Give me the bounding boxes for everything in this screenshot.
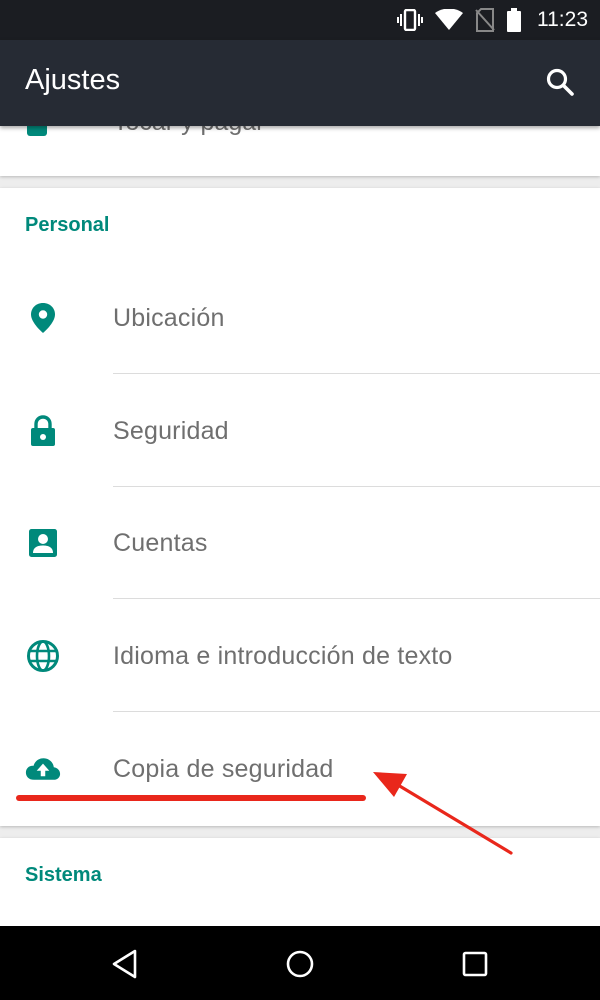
list-item-seguridad[interactable]: Seguridad: [0, 375, 600, 487]
list-item-idioma[interactable]: Idioma e introducción de texto: [0, 600, 600, 712]
back-button[interactable]: [105, 944, 145, 984]
battery-icon: [507, 8, 521, 32]
section-header-personal: Personal: [25, 214, 110, 236]
recents-icon: [462, 951, 488, 977]
status-bar: 11:23: [0, 0, 600, 40]
status-time: 11:23: [537, 8, 588, 31]
list-item-label: Copia de seguridad: [113, 754, 334, 783]
globe-icon: [25, 638, 61, 674]
wireless-card: Tocar y pagar: [0, 126, 600, 176]
recents-button[interactable]: [455, 944, 495, 984]
list-item-ubicacion[interactable]: Ubicación: [0, 262, 600, 374]
divider: [113, 711, 600, 712]
list-item-label: Cuentas: [113, 528, 208, 557]
back-icon: [112, 949, 137, 979]
home-button[interactable]: [280, 944, 320, 984]
list-item-tap-and-pay[interactable]: Tocar y pagar: [0, 126, 600, 152]
section-header-sistema: Sistema: [25, 864, 102, 886]
list-item-label: Ubicación: [113, 303, 225, 332]
list-item-cuentas[interactable]: Cuentas: [0, 487, 600, 599]
cloud-upload-icon: [25, 751, 61, 787]
list-item-label: Tocar y pagar: [113, 126, 264, 137]
sistema-card: Sistema: [0, 838, 600, 926]
home-icon: [286, 950, 314, 978]
list-item-label: Seguridad: [113, 416, 229, 445]
list-item-label: Idioma e introducción de texto: [113, 641, 453, 670]
navigation-bar: [0, 926, 600, 1000]
no-sim-icon: [475, 8, 495, 32]
annotation-underline: [16, 795, 366, 801]
page-title: Ajustes: [25, 64, 121, 96]
tap-pay-icon: [27, 126, 47, 136]
lock-icon: [25, 413, 61, 449]
app-bar: Ajustes: [0, 40, 600, 126]
list-item-copia-seguridad[interactable]: Copia de seguridad: [0, 713, 600, 825]
location-pin-icon: [25, 300, 61, 336]
search-button[interactable]: [542, 64, 578, 100]
divider: [113, 598, 600, 599]
search-icon: [546, 68, 574, 96]
divider: [113, 373, 600, 374]
vibrate-icon: [397, 9, 423, 31]
wifi-icon: [435, 9, 463, 30]
personal-card: Personal Ubicación Seguridad Cuentas Idi…: [0, 188, 600, 826]
status-icons: 11:23: [397, 0, 588, 40]
account-box-icon: [25, 525, 61, 561]
